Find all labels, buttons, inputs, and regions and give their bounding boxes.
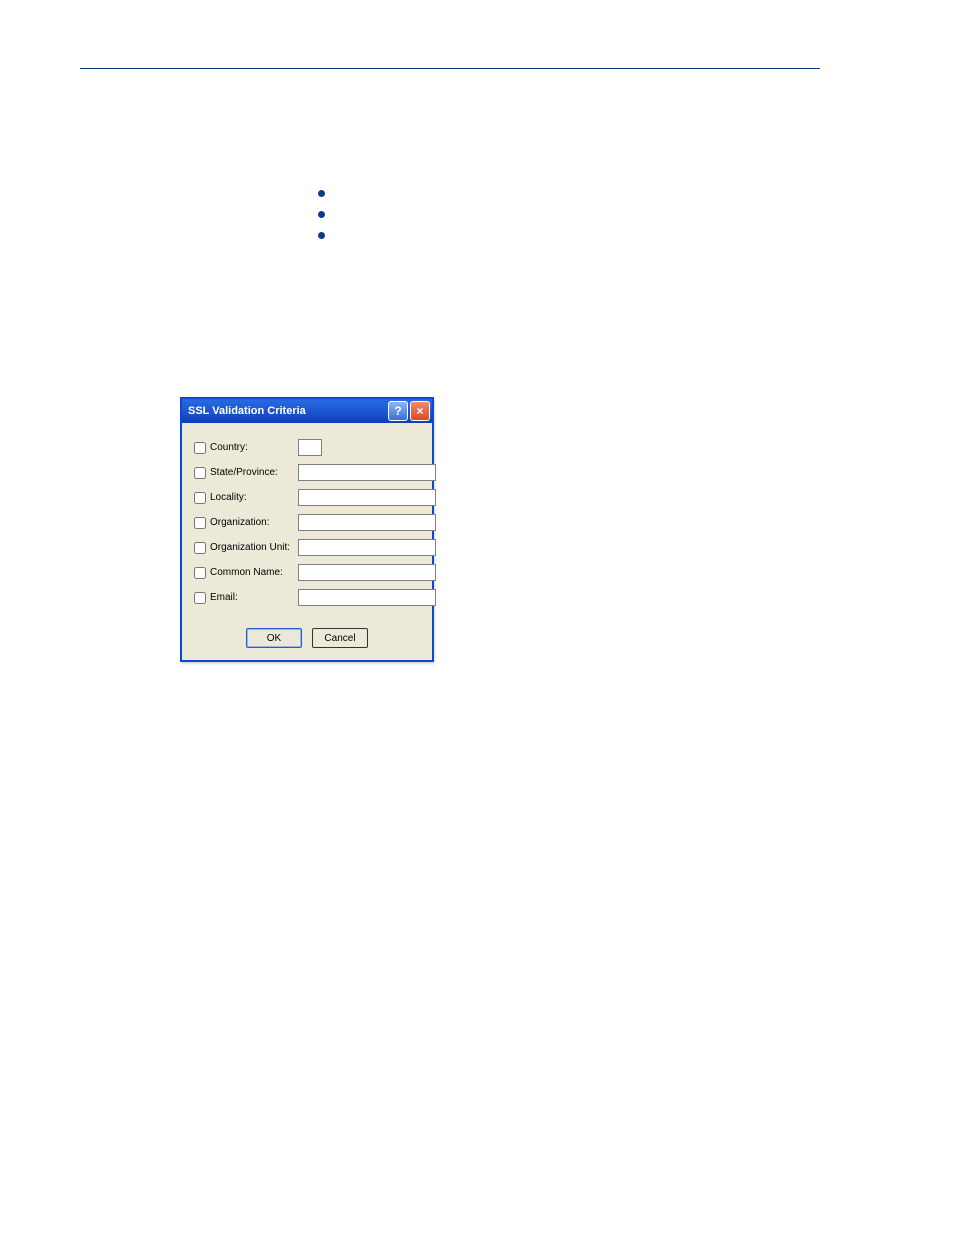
close-button[interactable]: ×: [410, 401, 430, 421]
row-organization: Organization:: [194, 514, 420, 531]
divider: [80, 68, 820, 69]
email-input[interactable]: [298, 589, 436, 606]
help-button[interactable]: ?: [388, 401, 408, 421]
cancel-button[interactable]: Cancel: [312, 628, 368, 648]
country-input[interactable]: [298, 439, 322, 456]
org-unit-input[interactable]: [298, 539, 436, 556]
dialog-title: SSL Validation Criteria: [188, 405, 388, 417]
organization-checkbox[interactable]: [194, 517, 206, 529]
locality-checkbox[interactable]: [194, 492, 206, 504]
common-name-checkbox[interactable]: [194, 567, 206, 579]
country-checkbox[interactable]: [194, 442, 206, 454]
common-name-label: Common Name:: [210, 567, 298, 578]
row-locality: Locality:: [194, 489, 420, 506]
ssl-validation-dialog: SSL Validation Criteria ? × Country: Sta…: [180, 397, 434, 662]
locality-input[interactable]: [298, 489, 436, 506]
row-email: Email:: [194, 589, 420, 606]
locality-label: Locality:: [210, 492, 298, 503]
email-label: Email:: [210, 592, 298, 603]
titlebar-buttons: ? ×: [388, 401, 430, 421]
state-input[interactable]: [298, 464, 436, 481]
state-checkbox[interactable]: [194, 467, 206, 479]
bullet-dot: [318, 232, 325, 239]
bullet-list: [318, 190, 325, 253]
row-org-unit: Organization Unit:: [194, 539, 420, 556]
help-icon: ?: [394, 405, 401, 417]
form-area: Country: State/Province: Locality: Organ…: [182, 423, 432, 622]
page-root: SSL Validation Criteria ? × Country: Sta…: [0, 0, 954, 1235]
common-name-input[interactable]: [298, 564, 436, 581]
organization-label: Organization:: [210, 517, 298, 528]
bullet-dot: [318, 190, 325, 197]
country-label: Country:: [210, 442, 298, 453]
row-common-name: Common Name:: [194, 564, 420, 581]
ok-button[interactable]: OK: [246, 628, 302, 648]
bullet-dot: [318, 211, 325, 218]
row-state: State/Province:: [194, 464, 420, 481]
close-icon: ×: [416, 405, 423, 417]
email-checkbox[interactable]: [194, 592, 206, 604]
row-country: Country:: [194, 439, 420, 456]
button-row: OK Cancel: [182, 622, 432, 660]
org-unit-label: Organization Unit:: [210, 542, 298, 553]
titlebar[interactable]: SSL Validation Criteria ? ×: [182, 399, 432, 423]
organization-input[interactable]: [298, 514, 436, 531]
state-label: State/Province:: [210, 467, 298, 478]
org-unit-checkbox[interactable]: [194, 542, 206, 554]
